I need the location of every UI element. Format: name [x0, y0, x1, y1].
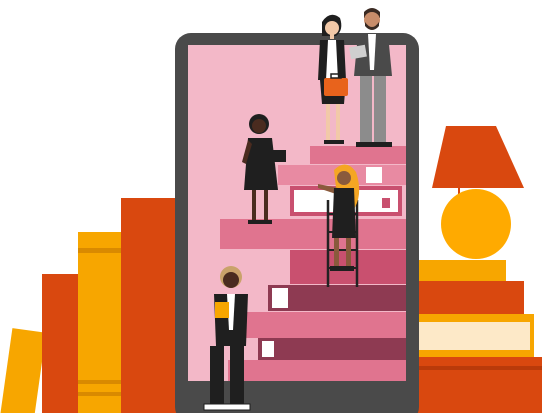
- trousers-right: [374, 76, 386, 142]
- book-orange-tall: [121, 198, 183, 413]
- right-book-emblem: [542, 374, 556, 396]
- shoes: [203, 403, 251, 411]
- stair-book-3-mark: [382, 198, 390, 208]
- trousers-left: [360, 76, 372, 142]
- right-book-orange-2-band: [410, 366, 542, 370]
- book-yellow-band-top: [78, 248, 123, 253]
- stair-book-2-pages: [366, 167, 382, 183]
- head: [252, 119, 266, 133]
- neck: [330, 34, 334, 39]
- book-yellow-lean: [0, 328, 47, 413]
- library-tablet-illustration: [0, 8, 556, 413]
- stair-book-8-pages: [262, 341, 274, 357]
- left-book-stack-icon: [0, 198, 183, 413]
- stair-book-9: [228, 360, 406, 381]
- shoes: [324, 140, 344, 144]
- stair-book-6-pages: [272, 288, 288, 308]
- shoes: [356, 142, 392, 147]
- leg-left: [334, 238, 339, 268]
- leg-right: [346, 238, 351, 268]
- table-lamp-icon: [432, 126, 524, 259]
- stair-book-7: [240, 312, 406, 338]
- right-book-orange-1: [410, 281, 524, 315]
- head: [337, 171, 351, 185]
- held-book-icon: [215, 302, 229, 318]
- right-book-orange-2: [410, 357, 542, 413]
- right-book-top: [410, 260, 506, 282]
- stair-book-1: [310, 146, 406, 164]
- briefcase-icon: [324, 78, 348, 96]
- lamp-base: [441, 189, 511, 259]
- leg-left: [252, 190, 256, 220]
- leg-right: [264, 190, 268, 220]
- top: [332, 188, 356, 238]
- shoes: [330, 266, 354, 271]
- leg-right: [336, 104, 340, 140]
- trousers-left: [210, 346, 224, 406]
- held-book-icon: [272, 150, 286, 162]
- shoes: [248, 220, 272, 224]
- head: [223, 272, 239, 288]
- book-yellow-band-mid: [78, 380, 123, 384]
- book-orange-left: [42, 274, 82, 413]
- leg-left: [326, 104, 330, 140]
- head: [325, 21, 339, 35]
- stair-book-4: [220, 219, 406, 249]
- trousers-right: [230, 346, 244, 406]
- stair-book-8: [258, 338, 406, 360]
- book-yellow-tall: [78, 232, 123, 413]
- right-book-cream-pages: [410, 322, 530, 350]
- right-book-stack-icon: [410, 260, 556, 413]
- stair-book-6: [268, 285, 406, 311]
- lamp-shade: [432, 126, 524, 188]
- book-yellow-band-low: [78, 392, 123, 396]
